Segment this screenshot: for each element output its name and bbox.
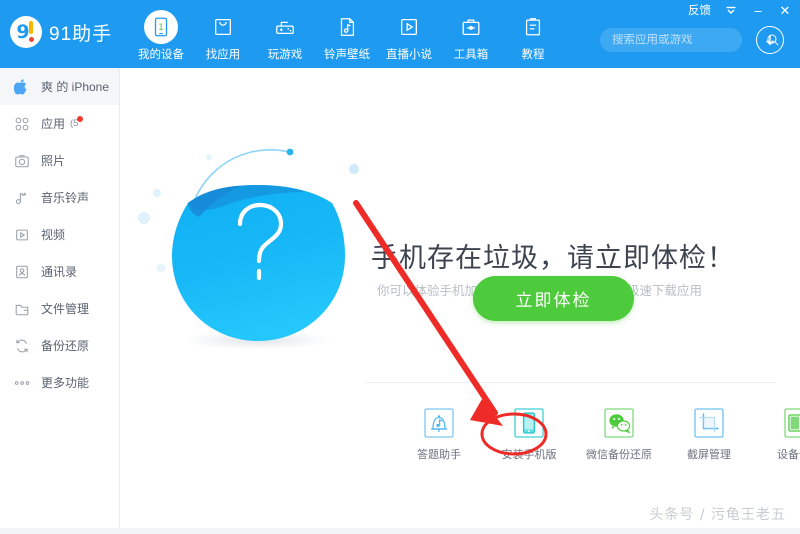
apps-grid-icon [14, 115, 34, 133]
nav-item-find-apps[interactable]: 找应用 [192, 6, 254, 62]
title-bar: 9 91助手 1 我的设备 找应用 玩游戏 铃声壁纸 直播小说 工具箱 教程 反… [0, 0, 800, 68]
toolbox-icon [454, 10, 488, 44]
sidebar-item-video[interactable]: 视频 [0, 216, 119, 253]
video-play-icon [14, 226, 34, 244]
play-square-icon [392, 10, 426, 44]
nav-item-my-device[interactable]: 1 我的设备 [130, 6, 192, 62]
clipboard-icon [516, 10, 550, 44]
ellipsis-icon [14, 374, 34, 392]
tool-label: 微信备份还原 [586, 449, 652, 461]
sidebar-item-label: 更多功能 [41, 376, 90, 390]
wechat-icon [602, 406, 636, 440]
section-divider [366, 382, 776, 383]
app-logo: 9 91助手 [10, 16, 112, 48]
tool-wechat-backup-restore[interactable]: 微信备份还原 [586, 406, 652, 462]
window-controls: 反馈 – ✕ [688, 2, 792, 18]
main-nav: 1 我的设备 找应用 玩游戏 铃声壁纸 直播小说 工具箱 教程 [130, 6, 564, 62]
camera-icon [14, 152, 34, 170]
tools-row: 答题助手 安装手机版 微信备份还原 截屏管理 设备 [411, 406, 800, 462]
logo-one-bar [29, 21, 33, 34]
apple-icon [14, 78, 34, 96]
tool-label: 答题助手 [417, 449, 461, 461]
sidebar-item-backup-restore[interactable]: 备份还原 [0, 327, 119, 364]
main-content: 手机存在垃圾，请立即体检！ 你可以体验手机加速，垃圾清理，照片清理，极速下载应用… [121, 68, 800, 534]
bottom-strip [0, 528, 800, 534]
nav-item-toolbox[interactable]: 工具箱 [440, 6, 502, 62]
start-checkup-button[interactable]: 立即体检 [473, 276, 634, 321]
sidebar-item-label: 通讯录 [41, 265, 78, 279]
91-logo-icon: 9 [10, 16, 42, 48]
nav-label: 我的设备 [138, 49, 184, 61]
download-arrow-icon[interactable] [756, 26, 784, 54]
nav-item-ringtones-wallpaper[interactable]: 铃声壁纸 [316, 6, 378, 62]
sidebar-item-label: 照片 [41, 154, 66, 168]
nav-label: 工具箱 [453, 49, 489, 61]
logo-nine-glyph: 9 [16, 21, 30, 43]
shopping-bag-icon [206, 10, 240, 44]
app-window: 9 91助手 1 我的设备 找应用 玩游戏 铃声壁纸 直播小说 工具箱 教程 反… [0, 0, 800, 534]
sidebar-item-label: 备份还原 [41, 339, 90, 353]
nav-label: 玩游戏 [267, 49, 303, 61]
music-note-page-icon [330, 10, 364, 44]
search-box[interactable] [600, 28, 779, 52]
device-tablet-icon: 1 [144, 10, 178, 44]
sidebar-item-photos[interactable]: 照片 [0, 142, 119, 179]
feedback-link[interactable]: 反馈 [688, 2, 711, 18]
sidebar: 爽 的 iPhone 应用 (5 照片 音乐铃声 视频 通讯录 文件管理 备份还… [0, 68, 120, 534]
sidebar-item-more[interactable]: 更多功能 [0, 364, 119, 401]
sidebar-item-label: 文件管理 [41, 302, 90, 316]
bell-music-icon [422, 406, 456, 440]
nav-item-games[interactable]: 玩游戏 [254, 6, 316, 62]
page-title: 手机存在垃圾，请立即体检！ [371, 243, 735, 273]
nav-label: 找应用 [205, 49, 241, 61]
minimize-button[interactable]: – [751, 2, 765, 18]
tool-label: 截屏管理 [687, 449, 731, 461]
chevron-down-icon[interactable] [724, 2, 738, 18]
contacts-icon [14, 263, 34, 281]
tool-screenshot-manager[interactable]: 截屏管理 [681, 406, 737, 462]
sidebar-item-music[interactable]: 音乐铃声 [0, 179, 119, 216]
nav-item-live-novel[interactable]: 直播小说 [378, 6, 440, 62]
tool-label: 设备信息 [777, 449, 800, 461]
crop-screenshot-icon [692, 406, 726, 440]
tool-quiz-assistant[interactable]: 答题助手 [411, 406, 467, 462]
blue-circle-question-icon [136, 143, 386, 383]
device-info-icon [782, 406, 800, 440]
search-input[interactable] [600, 34, 766, 46]
nav-label: 直播小说 [386, 49, 432, 61]
watermark: 头条号 / 污龟王老五 [649, 507, 786, 523]
nav-item-tutorial[interactable]: 教程 [502, 6, 564, 62]
sidebar-item-label: 视频 [41, 228, 66, 242]
sidebar-item-contacts[interactable]: 通讯录 [0, 253, 119, 290]
svg-text:1: 1 [158, 22, 164, 33]
tool-device-info[interactable]: 设备信息 [771, 406, 800, 462]
nav-label: 铃声壁纸 [324, 49, 370, 61]
music-note-icon [14, 189, 34, 207]
sidebar-item-label: 爽 的 iPhone [41, 80, 110, 94]
red-dot-icon [77, 116, 84, 122]
phone-install-icon [512, 406, 546, 440]
tool-label: 安装手机版 [501, 449, 557, 461]
refresh-sync-icon [14, 337, 34, 355]
gamepad-icon [268, 10, 302, 44]
logo-dot [29, 37, 34, 42]
apps-count-badge: (5 [70, 116, 84, 129]
nav-label: 教程 [521, 49, 545, 61]
sidebar-item-label: 音乐铃声 [41, 191, 90, 205]
sidebar-item-apps[interactable]: 应用 (5 [0, 105, 119, 142]
sidebar-item-label: 应用 [41, 117, 66, 131]
sidebar-item-files[interactable]: 文件管理 [0, 290, 119, 327]
sidebar-item-device[interactable]: 爽 的 iPhone [0, 68, 119, 105]
close-button[interactable]: ✕ [778, 2, 792, 18]
app-title: 91助手 [49, 23, 113, 45]
folder-icon [14, 300, 34, 318]
tool-install-mobile-version[interactable]: 安装手机版 [501, 406, 557, 462]
